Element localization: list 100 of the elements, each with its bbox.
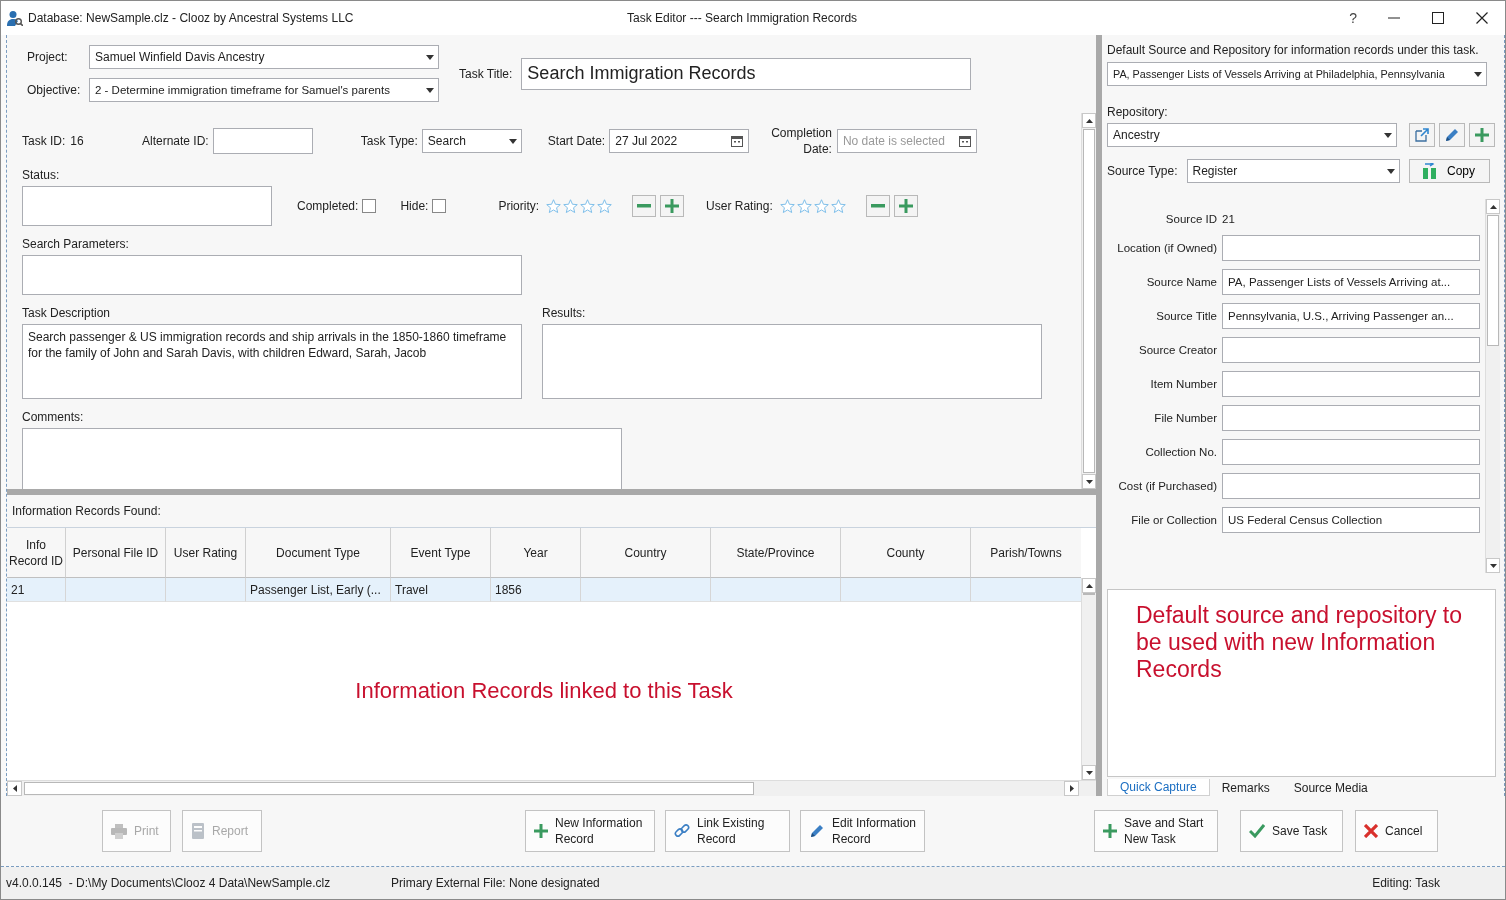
column-header[interactable]: Country <box>624 544 667 561</box>
copy-button[interactable]: Copy <box>1408 159 1490 183</box>
tab[interactable]: Source Media <box>1281 779 1380 796</box>
column-header[interactable]: Year <box>523 544 548 561</box>
field-label: Completion Date: <box>771 125 832 157</box>
source-field[interactable]: Pennsylvania, U.S., Arriving Passenger an... <box>1222 303 1480 329</box>
source-field[interactable] <box>1222 405 1480 431</box>
field-label: Comments: <box>22 410 84 424</box>
calendar-icon <box>731 135 744 147</box>
vertical-scrollbar[interactable] <box>1485 199 1500 573</box>
minus-button[interactable] <box>865 195 890 217</box>
pencil-icon <box>809 823 825 839</box>
vertical-scrollbar[interactable] <box>1081 113 1096 489</box>
field-label: Status: <box>22 168 60 182</box>
start-date-field[interactable]: 27 Jul 2022 <box>609 129 750 153</box>
minus-icon <box>637 204 652 208</box>
field-label: Collection No. <box>1145 446 1217 458</box>
source-field[interactable] <box>1222 235 1480 261</box>
action-button[interactable]: Edit Information Record <box>800 810 925 852</box>
plus-icon <box>534 824 548 838</box>
add-button[interactable] <box>1469 123 1495 147</box>
task-description-field[interactable]: Search passenger & US immigration records and ship arrivals in the 1850-1860 timeframe for the family of John and Sarah Davis, with children Edward, Sarah, Jacob <box>22 324 522 399</box>
star-icon <box>779 198 795 214</box>
scroll-up-icon <box>1085 583 1093 588</box>
plus-button[interactable] <box>893 195 918 217</box>
close-icon[interactable] <box>1475 11 1489 25</box>
caret-icon <box>426 87 434 93</box>
user-rating[interactable] <box>779 198 846 214</box>
source-field[interactable] <box>1222 439 1480 465</box>
save-button[interactable]: Save Task <box>1240 810 1343 852</box>
star-icon <box>796 198 812 214</box>
scroll-down-icon <box>1085 770 1093 775</box>
cancel-button[interactable]: Cancel <box>1355 810 1438 852</box>
field-label: Task ID: <box>22 134 66 148</box>
maximize-icon[interactable] <box>1431 11 1445 25</box>
field-label: User Rating: <box>706 199 773 213</box>
star-icon <box>563 198 579 214</box>
scroll-right-icon <box>1069 785 1074 792</box>
plus-icon <box>665 199 680 213</box>
section-title: Information Records Found: <box>12 504 161 518</box>
comments-field[interactable] <box>22 428 622 489</box>
table-cell: 21 <box>11 582 25 597</box>
checkbox[interactable] <box>362 199 377 213</box>
column-header[interactable]: County <box>886 544 925 561</box>
source-field[interactable]: US Federal Census Collection <box>1222 507 1480 533</box>
edit-button[interactable] <box>1439 123 1465 147</box>
task-type-dropdown[interactable]: Search <box>421 129 522 153</box>
priority-rating[interactable] <box>546 198 613 214</box>
cross-icon <box>1364 824 1378 838</box>
star-icon <box>597 198 613 214</box>
annotation-text: Information Records linked to this Task <box>355 678 733 704</box>
status-field[interactable] <box>22 186 272 226</box>
results-field[interactable] <box>542 324 1042 399</box>
plus-button[interactable] <box>660 195 685 217</box>
table-cell: Passenger List, Early (... <box>250 582 381 597</box>
alternate-id-field[interactable] <box>212 128 313 154</box>
source-type-dropdown[interactable]: Register <box>1186 159 1400 183</box>
open-button[interactable] <box>1409 123 1435 147</box>
scroll-down-icon <box>1085 479 1093 484</box>
tab[interactable]: Quick Capture <box>1107 779 1210 796</box>
caret-icon <box>1384 132 1392 138</box>
minus-button[interactable] <box>632 195 657 217</box>
plus-icon <box>1103 824 1117 838</box>
table-cell: 1856 <box>495 582 522 597</box>
field-label: Alternate ID: <box>142 134 209 148</box>
action-button[interactable]: New Information Record <box>525 810 655 852</box>
field-label: Source Title <box>1156 310 1217 322</box>
field-label: Source Type: <box>1107 164 1178 178</box>
repository-dropdown[interactable]: Ancestry <box>1107 123 1397 147</box>
source-field[interactable] <box>1222 371 1480 397</box>
scroll-left-icon <box>12 785 17 792</box>
scroll-down-icon <box>1489 563 1497 568</box>
objective-dropdown[interactable]: 2 - Determine immigration timeframe for Samuel's parents <box>89 78 439 102</box>
star-icon <box>546 198 562 214</box>
column-header[interactable]: Document Type <box>276 544 360 561</box>
field-label: Default Source and Repository for information records under this task. <box>1107 43 1479 57</box>
task-title-field[interactable]: Search Immigration Records <box>521 57 972 90</box>
action-button[interactable]: Save and Start New Task <box>1094 810 1218 852</box>
action-button[interactable]: Link Existing Record <box>665 810 790 852</box>
horizontal-scrollbar[interactable] <box>7 780 1096 796</box>
file-path: v4.0.0.145 - D:\My Documents\Clooz 4 Data\NewSample.clz <box>6 876 332 890</box>
checkbox[interactable] <box>432 199 447 213</box>
vertical-scrollbar[interactable] <box>1081 578 1096 780</box>
default-source-dropdown[interactable]: PA, Passenger Lists of Vessels Arriving at Philadelphia, Pennsylvania <box>1107 62 1487 86</box>
source-field[interactable] <box>1222 337 1480 363</box>
field-label: Completed: <box>297 199 359 213</box>
source-field[interactable] <box>1222 473 1480 499</box>
field-label: Item Number <box>1150 378 1217 390</box>
project-dropdown[interactable]: Samuel Winfield Davis Ancestry <box>89 45 439 69</box>
tab[interactable]: Remarks <box>1209 779 1282 796</box>
table-row[interactable]: 21 Passenger List, Early (... Travel 1856 <box>7 578 1081 602</box>
field-label: Project: <box>27 50 68 64</box>
help-button[interactable]: ? <box>1349 10 1357 26</box>
star-icon <box>830 198 846 214</box>
minus-icon <box>870 204 885 208</box>
plus-icon <box>1475 128 1489 142</box>
source-field[interactable]: PA, Passenger Lists of Vessels Arriving at... <box>1222 269 1480 295</box>
field-label: Source ID <box>1165 213 1217 225</box>
search-parameters-field[interactable] <box>22 255 522 295</box>
annotation-text: Default source and repository to be used with new Information Records <box>1136 602 1463 683</box>
